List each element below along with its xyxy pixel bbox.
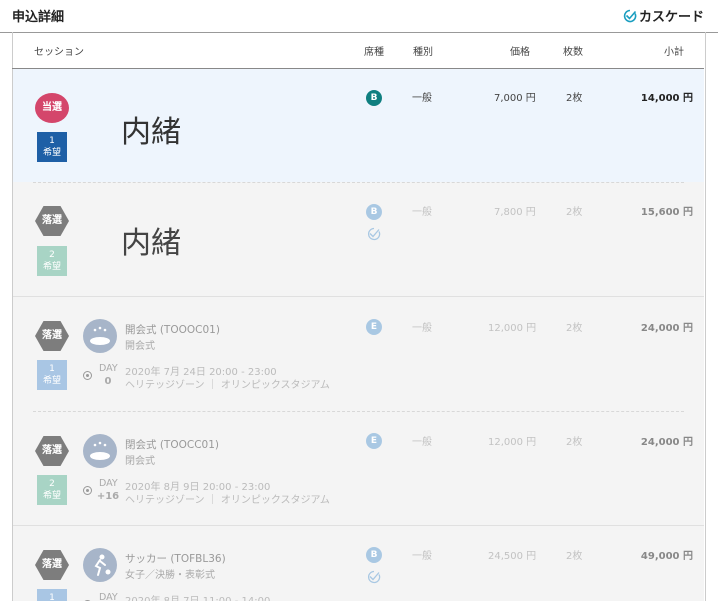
quantity: 2枚 — [566, 323, 583, 334]
table-row: 落選 2 希望 内緒 B 一般 7,800 円 2枚 15,600 円 — [13, 182, 704, 296]
check-icon — [368, 227, 381, 241]
ticket-type: 一般 — [412, 323, 432, 334]
day-label: DAY — [99, 478, 118, 489]
price: 7,000 円 — [494, 93, 536, 104]
event-subtitle: 閉会式 — [125, 456, 155, 467]
page-title: 申込詳細 — [12, 10, 65, 25]
seat-e-icon: E — [366, 319, 382, 335]
cascade-check-icon — [623, 9, 637, 22]
seat-b-icon: B — [366, 547, 382, 563]
day-radio-icon — [83, 371, 92, 380]
choice-badge: 1希望 — [37, 589, 67, 601]
subtotal: 24,000 円 — [640, 323, 693, 334]
ticket-type: 一般 — [412, 207, 432, 218]
day-number: +16 — [96, 491, 120, 502]
price: 12,000 円 — [488, 437, 537, 448]
price: 24,500 円 — [488, 551, 537, 562]
col-type: 種別 — [413, 47, 433, 58]
choice-badge: 1希望 — [37, 360, 67, 390]
subtotal: 14,000 円 — [640, 93, 693, 104]
header-bar: 申込詳細 カスケード — [0, 0, 718, 33]
subtotal: 24,000 円 — [640, 437, 693, 448]
seat-e-icon: E — [366, 433, 382, 449]
col-subtotal: 小計 — [664, 47, 684, 58]
brand-name: カスケード — [638, 10, 704, 25]
price: 12,000 円 — [488, 323, 537, 334]
table-row: 落選 1希望 サッカー (TOFBL36) 女子／決勝・表彰式 DAY 2020… — [13, 525, 704, 601]
event-subtitle: 女子／決勝・表彰式 — [125, 570, 215, 581]
seat-b-icon: B — [366, 90, 382, 106]
event-venue: ヘリテッジゾーン ｜ オリンピックスタジアム — [125, 495, 330, 506]
subtotal: 15,600 円 — [640, 207, 693, 218]
status-badge: 落選 — [35, 436, 69, 466]
event-title: サッカー (TOFBL36) — [125, 553, 226, 565]
status-badge: 落選 — [35, 206, 69, 236]
choice-badge: 1希望 — [37, 132, 67, 162]
table-row: 落選 1 希望 開会式 (TOOOC01) 開会式 DAY 0 2020年 7月 … — [13, 296, 704, 411]
event-venue: ヘリテッジゾーン ｜ オリンピックスタジアム — [125, 380, 330, 391]
col-qty: 枚数 — [563, 47, 583, 58]
day-label: DAY — [99, 592, 118, 601]
session-name: 内緒 — [121, 115, 181, 150]
choice-badge: 2 希望 — [37, 246, 67, 276]
event-date: 2020年 8月 7日 11:00 - 14:00 — [125, 592, 270, 601]
day-radio-icon — [83, 486, 92, 495]
quantity: 2枚 — [566, 551, 583, 562]
session-name: 内緒 — [121, 226, 181, 261]
soccer-icon — [83, 548, 117, 582]
col-session: セッション — [34, 47, 84, 58]
col-seat: 席種 — [364, 47, 384, 58]
quantity: 2枚 — [566, 437, 583, 448]
subtotal: 49,000 円 — [640, 551, 693, 562]
price: 7,800 円 — [494, 207, 536, 218]
quantity: 2枚 — [566, 207, 583, 218]
status-badge: 落選 — [35, 550, 69, 580]
table-row: 当選 1 希望 内緒 B 一般 7,000 円 2枚 14,000 円 — [13, 69, 704, 182]
choice-badge: 2 希望 — [37, 475, 67, 505]
brand-logo: カスケード — [623, 6, 704, 25]
ceremony-icon — [83, 319, 117, 353]
seat-b-icon: B — [366, 204, 382, 220]
event-title: 開会式 (TOOOC01) — [125, 324, 220, 336]
col-price: 価格 — [510, 47, 530, 58]
event-title: 閉会式 (TOOCC01) — [125, 439, 219, 451]
ticket-type: 一般 — [412, 93, 432, 104]
event-subtitle: 開会式 — [125, 341, 155, 352]
column-header: セッション 席種 種別 価格 枚数 小計 — [12, 34, 704, 69]
table-row: 落選 2 希望 閉会式 (TOOCC01) 閉会式 DAY +16 2020年 8… — [13, 411, 704, 525]
ceremony-icon — [83, 434, 117, 468]
status-badge: 当選 — [35, 93, 69, 123]
check-icon — [368, 570, 381, 584]
ticket-type: 一般 — [412, 437, 432, 448]
status-badge: 落選 — [35, 321, 69, 351]
quantity: 2枚 — [566, 93, 583, 104]
day-label: DAY — [99, 363, 118, 374]
day-number: 0 — [104, 376, 112, 387]
ticket-type: 一般 — [412, 551, 432, 562]
